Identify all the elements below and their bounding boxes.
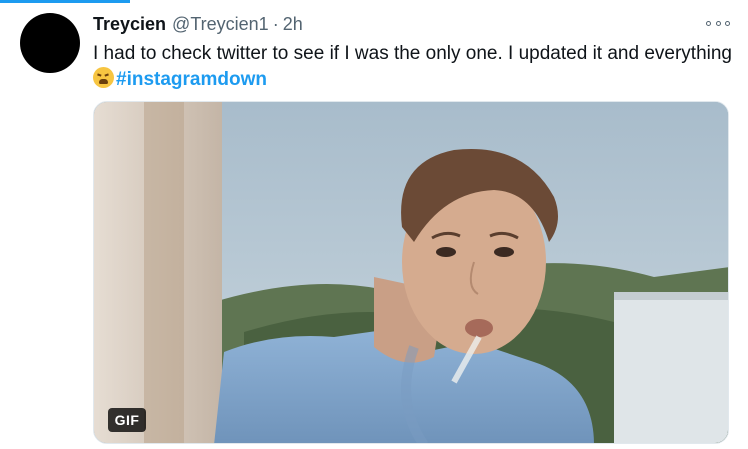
tweet-body: I had to check twitter to see if I was t… — [93, 43, 732, 64]
gif-media[interactable]: GIF — [93, 101, 729, 444]
more-dot — [715, 20, 721, 26]
display-name[interactable]: Treycien — [93, 14, 166, 35]
more-dot — [725, 20, 730, 26]
separator-dot: · — [272, 14, 279, 34]
user-handle[interactable]: @Treycien1 — [172, 14, 269, 35]
tired-face-emoji-icon — [93, 67, 114, 88]
gif-badge: GIF — [108, 408, 146, 432]
more-options-icon[interactable] — [706, 16, 730, 30]
tweet-header: Treycien @Treycien1 · 2h — [93, 14, 303, 36]
avatar[interactable] — [20, 13, 80, 73]
hashtag-link[interactable]: #instagramdown — [116, 69, 267, 90]
more-dot — [706, 20, 711, 26]
tweet-text: I had to check twitter to see if I was t… — [93, 41, 743, 93]
timestamp[interactable]: 2h — [283, 14, 303, 35]
tweet[interactable]: Treycien @Treycien1 · 2h I had to check … — [0, 0, 748, 449]
gif-frame-image — [94, 102, 728, 443]
